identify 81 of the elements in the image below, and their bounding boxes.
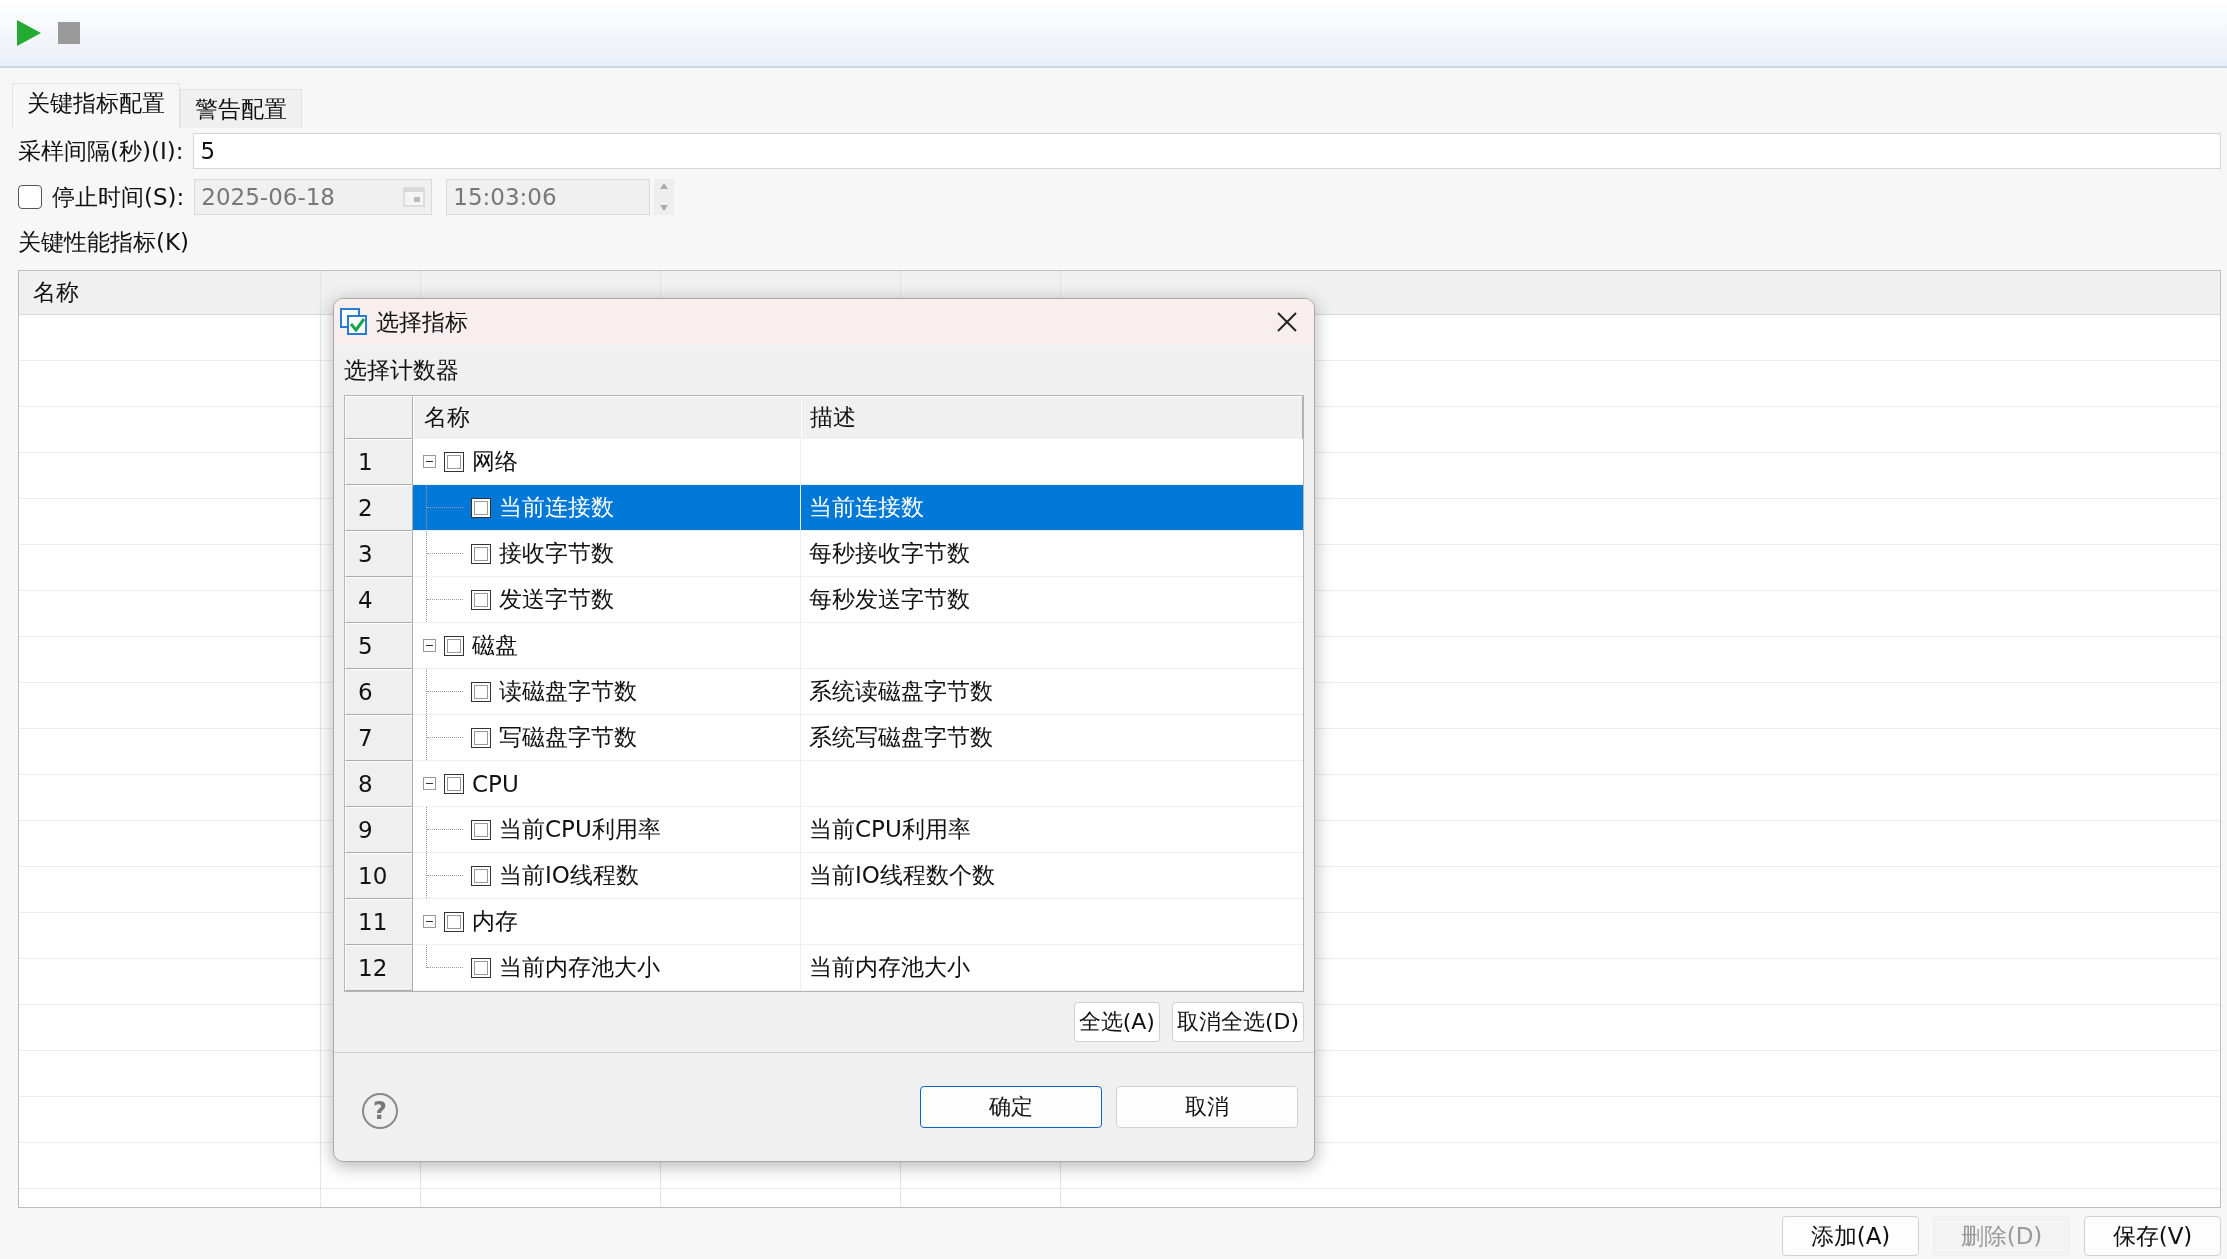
field-label: 停止时间(S): xyxy=(52,182,185,212)
checkbox[interactable] xyxy=(471,497,491,518)
button[interactable]: 添加(A) xyxy=(1782,1216,1919,1256)
row-number[interactable]: 1 xyxy=(345,439,413,485)
button[interactable]: 保存(V) xyxy=(2084,1216,2221,1256)
tree-row[interactable]: 内存 xyxy=(413,899,801,945)
collapse-icon[interactable] xyxy=(423,777,436,790)
row-number[interactable]: 4 xyxy=(345,577,413,623)
item-label: 网络 xyxy=(472,447,518,476)
row-number[interactable]: 10 xyxy=(345,853,413,899)
item-label: 当前内存池大小 xyxy=(499,953,660,982)
dialog-title: 选择指标 xyxy=(376,307,468,337)
checkbox[interactable] xyxy=(444,911,464,932)
row-number[interactable]: 2 xyxy=(345,485,413,531)
button[interactable]: 全选(A) xyxy=(1073,1002,1160,1042)
section-label: 关键性能指标(K) xyxy=(18,227,191,257)
row-number[interactable]: 3 xyxy=(345,531,413,577)
collapse-icon[interactable] xyxy=(423,455,436,468)
date-value: 2025-06-18 xyxy=(201,184,335,210)
interval-field[interactable]: 5 xyxy=(193,133,2221,169)
row-number[interactable]: 9 xyxy=(345,807,413,853)
item-description: 每秒发送字节数 xyxy=(809,585,970,614)
checkbox-window-icon[interactable] xyxy=(340,308,368,336)
collapse-icon[interactable] xyxy=(423,639,436,652)
tree-row[interactable]: CPU xyxy=(413,761,801,807)
item-description: 每秒接收字节数 xyxy=(809,539,970,568)
column-header[interactable]: 名称 xyxy=(413,396,801,439)
tree-row[interactable]: 写磁盘字节数 xyxy=(413,715,801,761)
field-label: 采样间隔(秒)(I): xyxy=(18,136,184,166)
column-header[interactable]: 名称 xyxy=(19,271,321,314)
tree-row[interactable]: 当前IO线程数 xyxy=(413,853,801,899)
tree-row[interactable]: 接收字节数 xyxy=(413,531,801,577)
item-label: 发送字节数 xyxy=(499,585,614,614)
tree-row[interactable]: 当前连接数 xyxy=(413,485,801,531)
item-description: 当前IO线程数个数 xyxy=(809,861,995,890)
item-label: 当前连接数 xyxy=(499,493,614,522)
close-icon[interactable] xyxy=(1276,311,1298,333)
help-icon[interactable]: ? xyxy=(362,1093,398,1129)
collapse-icon[interactable] xyxy=(423,915,436,928)
item-label: 写磁盘字节数 xyxy=(499,723,637,752)
checkbox[interactable] xyxy=(471,681,491,702)
checkbox[interactable] xyxy=(471,727,491,748)
item-description: 系统写磁盘字节数 xyxy=(809,723,993,752)
tree-row[interactable]: 当前CPU利用率 xyxy=(413,807,801,853)
checkbox[interactable] xyxy=(471,819,491,840)
row-number[interactable]: 11 xyxy=(345,899,413,945)
item-description: 当前连接数 xyxy=(809,493,924,522)
checkbox[interactable] xyxy=(471,543,491,564)
item-label: CPU xyxy=(472,770,519,797)
tree-row[interactable]: 读磁盘字节数 xyxy=(413,669,801,715)
item-description: 当前CPU利用率 xyxy=(809,815,971,844)
checkbox[interactable] xyxy=(471,589,491,610)
tree-row[interactable]: 发送字节数 xyxy=(413,577,801,623)
tab[interactable]: 警告配置 xyxy=(180,89,302,128)
column-header[interactable]: 描述 xyxy=(801,396,1303,439)
item-label: 内存 xyxy=(472,907,518,936)
row-number[interactable]: 8 xyxy=(345,761,413,807)
item-label: 当前IO线程数 xyxy=(499,861,639,890)
button[interactable]: 确定 xyxy=(920,1086,1102,1128)
tree-row[interactable]: 磁盘 xyxy=(413,623,801,669)
checkbox[interactable] xyxy=(471,865,491,886)
checkbox[interactable] xyxy=(444,635,464,656)
item-label: 当前CPU利用率 xyxy=(499,815,661,844)
item-description: 系统读磁盘字节数 xyxy=(809,677,993,706)
row-number[interactable]: 6 xyxy=(345,669,413,715)
row-number[interactable]: 5 xyxy=(345,623,413,669)
item-description: 当前内存池大小 xyxy=(809,953,970,982)
item-label: 读磁盘字节数 xyxy=(499,677,637,706)
checkbox[interactable] xyxy=(444,451,464,472)
checkbox[interactable] xyxy=(471,957,491,978)
play-icon[interactable] xyxy=(16,19,42,47)
item-label: 接收字节数 xyxy=(499,539,614,568)
item-label: 磁盘 xyxy=(472,631,518,660)
tree-row[interactable]: 当前内存池大小 xyxy=(413,945,801,991)
row-number[interactable]: 12 xyxy=(345,945,413,991)
checkbox[interactable] xyxy=(444,773,464,794)
row-number[interactable]: 7 xyxy=(345,715,413,761)
tab[interactable]: 关键指标配置 xyxy=(12,83,180,128)
button[interactable]: 取消全选(D) xyxy=(1171,1002,1304,1042)
button[interactable]: 取消 xyxy=(1116,1086,1298,1128)
section-label: 选择计数器 xyxy=(344,355,460,385)
